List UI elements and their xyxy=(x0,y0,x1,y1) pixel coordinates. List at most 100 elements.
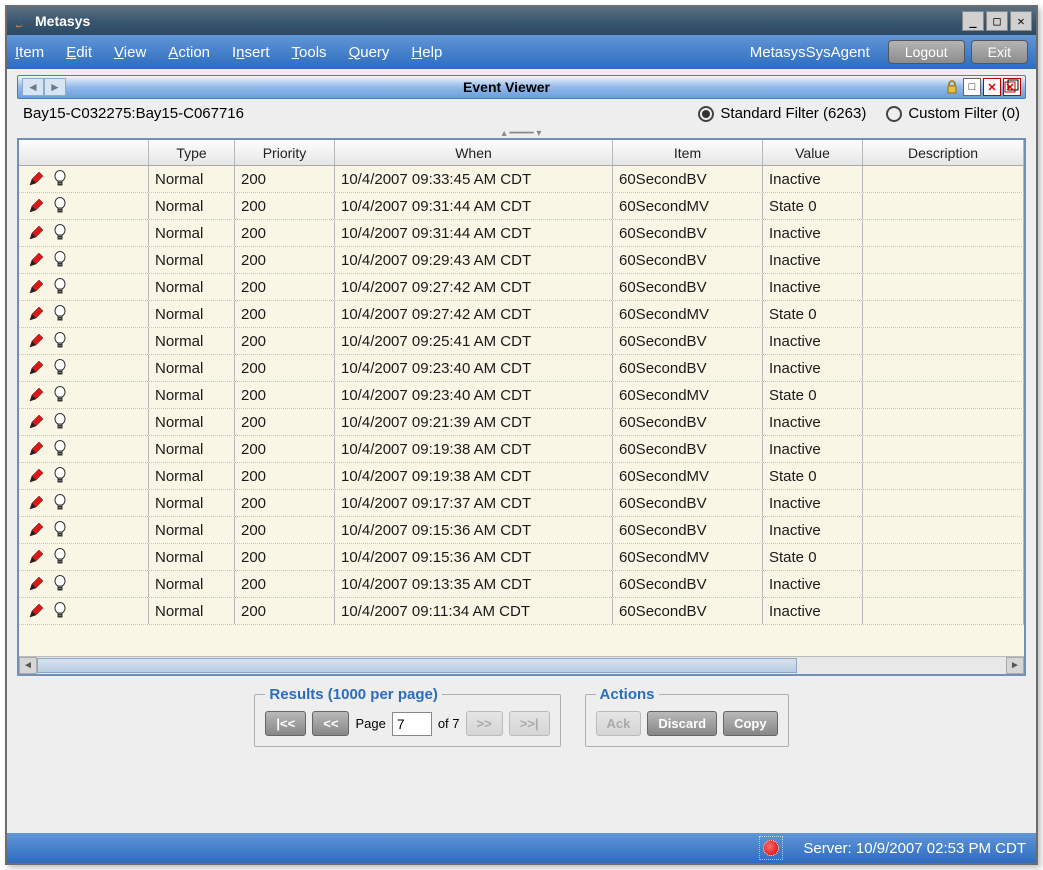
nav-forward-button[interactable]: ► xyxy=(44,78,66,96)
record-icon xyxy=(763,840,779,856)
prev-page-button[interactable]: << xyxy=(312,711,349,736)
table-row[interactable]: Normal20010/4/2007 09:29:43 AM CDT60Seco… xyxy=(19,247,1024,274)
menu-bar: Item Edit View Action Insert Tools Query… xyxy=(7,35,1036,69)
header-icons[interactable] xyxy=(19,140,149,165)
pencil-icon xyxy=(27,197,45,215)
cell-description xyxy=(863,355,1024,381)
table-row[interactable]: Normal20010/4/2007 09:23:40 AM CDT60Seco… xyxy=(19,382,1024,409)
cell-description xyxy=(863,409,1024,435)
table-row[interactable]: Normal20010/4/2007 09:15:36 AM CDT60Seco… xyxy=(19,517,1024,544)
minimize-button[interactable]: _ xyxy=(962,11,984,31)
menu-view[interactable]: View xyxy=(114,44,146,61)
pencil-icon xyxy=(27,494,45,512)
table-row[interactable]: Normal20010/4/2007 09:31:44 AM CDT60Seco… xyxy=(19,193,1024,220)
table-row[interactable]: Normal20010/4/2007 09:19:38 AM CDT60Seco… xyxy=(19,436,1024,463)
table-row[interactable]: Normal20010/4/2007 09:15:36 AM CDT60Seco… xyxy=(19,544,1024,571)
pencil-icon xyxy=(27,548,45,566)
panel-maximize-icon[interactable]: □ xyxy=(963,78,981,96)
cell-value: Inactive xyxy=(763,355,863,381)
header-type[interactable]: Type xyxy=(149,140,235,165)
java-icon xyxy=(11,12,29,30)
lock-icon[interactable] xyxy=(943,78,961,96)
bulb-icon xyxy=(53,332,67,350)
header-priority[interactable]: Priority xyxy=(235,140,335,165)
cell-type: Normal xyxy=(149,247,235,273)
menu-item[interactable]: Item xyxy=(15,44,44,61)
table-body[interactable]: Normal20010/4/2007 09:33:45 AM CDT60Seco… xyxy=(19,166,1024,656)
menu-insert[interactable]: Insert xyxy=(232,44,270,61)
custom-filter-radio[interactable]: Custom Filter (0) xyxy=(886,105,1020,122)
menu-action[interactable]: Action xyxy=(168,44,210,61)
table-row[interactable]: Normal20010/4/2007 09:27:42 AM CDT60Seco… xyxy=(19,274,1024,301)
scroll-right-button[interactable]: ► xyxy=(1006,657,1024,674)
menu-edit[interactable]: Edit xyxy=(66,44,92,61)
panel-close-all-icon[interactable] xyxy=(1003,78,1021,96)
table-row[interactable]: Normal20010/4/2007 09:19:38 AM CDT60Seco… xyxy=(19,463,1024,490)
bulb-icon xyxy=(53,278,67,296)
menu-query[interactable]: Query xyxy=(349,44,390,61)
actions-legend: Actions xyxy=(596,686,659,703)
table-row[interactable]: Normal20010/4/2007 09:21:39 AM CDT60Seco… xyxy=(19,409,1024,436)
header-when[interactable]: When xyxy=(335,140,613,165)
cell-when: 10/4/2007 09:11:34 AM CDT xyxy=(335,598,613,624)
cell-value: Inactive xyxy=(763,517,863,543)
standard-filter-radio[interactable]: Standard Filter (6263) xyxy=(698,105,866,122)
table-row[interactable]: Normal20010/4/2007 09:23:40 AM CDT60Seco… xyxy=(19,355,1024,382)
table-row[interactable]: Normal20010/4/2007 09:27:42 AM CDT60Seco… xyxy=(19,301,1024,328)
ack-button[interactable]: Ack xyxy=(596,711,642,736)
header-value[interactable]: Value xyxy=(763,140,863,165)
table-row[interactable]: Normal20010/4/2007 09:17:37 AM CDT60Seco… xyxy=(19,490,1024,517)
cell-value: State 0 xyxy=(763,463,863,489)
menu-help[interactable]: Help xyxy=(411,44,442,61)
table-row[interactable]: Normal20010/4/2007 09:33:45 AM CDT60Seco… xyxy=(19,166,1024,193)
filter-row: Bay15-C032275:Bay15-C067716 Standard Fil… xyxy=(17,99,1026,128)
first-page-button[interactable]: |<< xyxy=(265,711,306,736)
last-page-button[interactable]: >>| xyxy=(509,711,550,736)
cell-value: Inactive xyxy=(763,436,863,462)
page-input[interactable] xyxy=(392,712,432,736)
next-page-button[interactable]: >> xyxy=(466,711,503,736)
table-row[interactable]: Normal20010/4/2007 09:31:44 AM CDT60Seco… xyxy=(19,220,1024,247)
standard-filter-label: Standard Filter (6263) xyxy=(720,105,866,122)
table-row[interactable]: Normal20010/4/2007 09:13:35 AM CDT60Seco… xyxy=(19,571,1024,598)
cell-value: Inactive xyxy=(763,166,863,192)
table-row[interactable]: Normal20010/4/2007 09:25:41 AM CDT60Seco… xyxy=(19,328,1024,355)
of-label: of 7 xyxy=(438,716,460,731)
title-bar[interactable]: Metasys _ □ ✕ xyxy=(7,7,1036,35)
scroll-thumb[interactable] xyxy=(37,658,797,673)
pencil-icon xyxy=(27,521,45,539)
cell-value: State 0 xyxy=(763,544,863,570)
discard-button[interactable]: Discard xyxy=(647,711,717,736)
cell-description xyxy=(863,490,1024,516)
maximize-button[interactable]: □ xyxy=(986,11,1008,31)
exit-button[interactable]: Exit xyxy=(971,40,1028,64)
cell-when: 10/4/2007 09:15:36 AM CDT xyxy=(335,544,613,570)
panel-close-icon[interactable]: ✕ xyxy=(983,78,1001,96)
cell-type: Normal xyxy=(149,355,235,381)
pencil-icon xyxy=(27,440,45,458)
bulb-icon xyxy=(53,440,67,458)
cell-type: Normal xyxy=(149,382,235,408)
scroll-left-button[interactable]: ◄ xyxy=(19,657,37,674)
cell-priority: 200 xyxy=(235,436,335,462)
close-button[interactable]: ✕ xyxy=(1010,11,1032,31)
cell-type: Normal xyxy=(149,193,235,219)
header-item[interactable]: Item xyxy=(613,140,763,165)
nav-back-button[interactable]: ◄ xyxy=(22,78,44,96)
cell-description xyxy=(863,463,1024,489)
splitter-grip[interactable]: ▴ ━━━━ ▾ xyxy=(17,128,1026,138)
horizontal-scrollbar[interactable]: ◄ ► xyxy=(19,656,1024,674)
table-row[interactable]: Normal20010/4/2007 09:11:34 AM CDT60Seco… xyxy=(19,598,1024,625)
status-bar: Server: 10/9/2007 02:53 PM CDT xyxy=(7,833,1036,863)
copy-button[interactable]: Copy xyxy=(723,711,778,736)
header-description[interactable]: Description xyxy=(863,140,1024,165)
cell-type: Normal xyxy=(149,598,235,624)
results-legend: Results (1000 per page) xyxy=(265,686,441,703)
cell-priority: 200 xyxy=(235,274,335,300)
cell-type: Normal xyxy=(149,463,235,489)
cell-value: State 0 xyxy=(763,301,863,327)
menu-tools[interactable]: Tools xyxy=(292,44,327,61)
cell-when: 10/4/2007 09:13:35 AM CDT xyxy=(335,571,613,597)
logout-button[interactable]: Logout xyxy=(888,40,965,64)
record-indicator[interactable] xyxy=(759,836,783,860)
